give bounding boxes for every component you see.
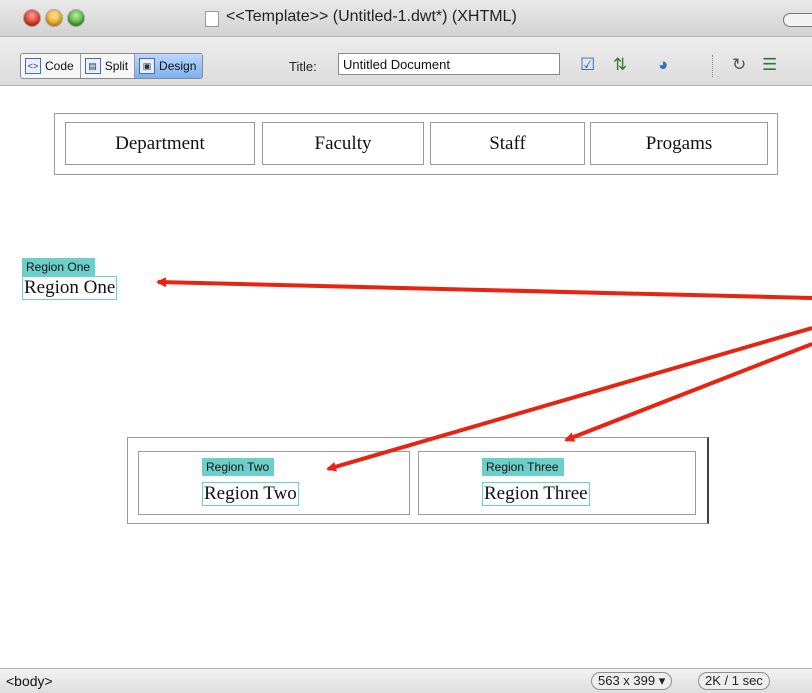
design-canvas[interactable]: Department Faculty Staff Progams Region …	[0, 86, 812, 668]
nav-cell-staff[interactable]: Staff	[430, 122, 585, 165]
document-proxy-icon	[205, 11, 219, 27]
view-options-icon[interactable]: ☰	[762, 55, 777, 75]
region-three-content[interactable]: Region Three	[482, 482, 590, 506]
window-titlebar: <<Template>> (Untitled-1.dwt*) (XHTML)	[0, 0, 812, 37]
nav-cell-department[interactable]: Department	[65, 122, 255, 165]
code-view-button[interactable]: <> Code	[21, 54, 81, 78]
split-view-label: Split	[104, 59, 129, 73]
toolbar-toggle-button[interactable]	[783, 13, 812, 27]
nav-cell-faculty[interactable]: Faculty	[262, 122, 424, 165]
regions-table[interactable]	[127, 437, 709, 524]
document-toolbar: <> Code ▤ Split ▣ Design Title: ☑ ⇅ ◕ ↻ …	[0, 37, 812, 86]
view-mode-group: <> Code ▤ Split ▣ Design	[20, 53, 204, 79]
design-view-label: Design	[159, 59, 197, 73]
code-view-icon: <>	[25, 58, 41, 74]
nav-cell-programs[interactable]: Progams	[590, 122, 768, 165]
window-title: <<Template>> (Untitled-1.dwt*) (XHTML)	[226, 8, 517, 25]
file-management-icon[interactable]: ⇅	[613, 55, 627, 75]
close-window-button[interactable]	[24, 10, 40, 26]
navigation-table[interactable]: Department Faculty Staff Progams	[54, 113, 778, 175]
refresh-icon[interactable]: ↻	[732, 55, 746, 75]
zoom-window-button[interactable]	[68, 10, 84, 26]
region-two-content[interactable]: Region Two	[202, 482, 299, 506]
design-view-icon: ▣	[139, 58, 156, 74]
arrow-to-region-three	[564, 342, 812, 442]
split-view-icon: ▤	[84, 58, 101, 74]
region-two-tag[interactable]: Region Two	[202, 458, 275, 476]
document-title-input[interactable]	[338, 53, 560, 75]
arrow-to-region-one	[156, 277, 812, 300]
title-label: Title:	[289, 59, 317, 74]
split-view-button[interactable]: ▤ Split	[81, 54, 136, 78]
region-one-tag[interactable]: Region One	[22, 258, 96, 276]
preview-browser-icon[interactable]: ◕	[658, 55, 668, 75]
toolbar-separator	[712, 55, 713, 77]
window-size-menu[interactable]: 563 x 399 ▾	[591, 672, 673, 690]
download-size-indicator: 2K / 1 sec	[698, 672, 770, 690]
status-bar: <body> 563 x 399 ▾ 2K / 1 sec	[0, 668, 812, 693]
tag-selector[interactable]: <body>	[6, 673, 53, 689]
validate-markup-icon[interactable]: ☑	[580, 55, 595, 75]
region-three-tag[interactable]: Region Three	[482, 458, 564, 476]
region-one-content[interactable]: Region One	[22, 276, 118, 300]
code-view-label: Code	[45, 59, 74, 73]
design-view-button[interactable]: ▣ Design	[135, 54, 203, 78]
window-size-value: 563 x 399	[598, 673, 656, 688]
minimize-window-button[interactable]	[46, 10, 62, 26]
